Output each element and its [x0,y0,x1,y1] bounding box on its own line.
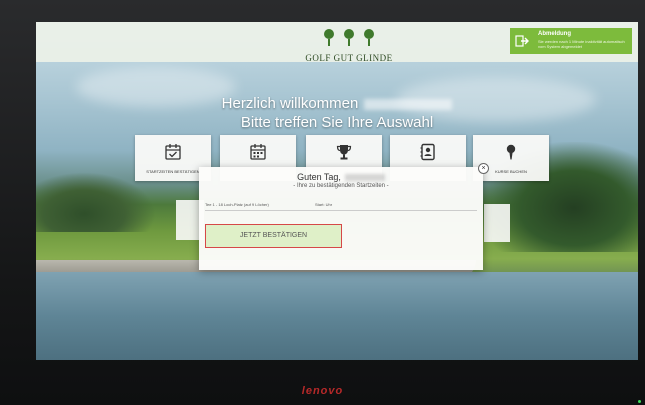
logo-text: GOLF GUT GLINDE [305,53,393,63]
tile-kurse-buchen[interactable]: KURSE BUCHEN [473,135,549,181]
power-led [638,400,641,403]
calendar-icon [250,144,266,160]
golf-ball-icon [344,29,354,46]
club-logo: GOLF GUT GLINDE [304,26,394,63]
dialog-subtitle: - Ihre zu bestätigenden Startzeiten - [293,183,389,189]
dialog-title: Guten Tag, [199,172,483,182]
lenovo-logo: lenovo [301,385,344,397]
welcome-greeting: Herzlich willkommen [36,95,638,112]
golf-ball-icon [324,29,334,46]
kiosk-screen: GOLF GUT GLINDE Abmeldung Sie werden nac… [36,22,638,360]
logout-subtitle: Sie werden nach 1 Minute inaktivität aut… [538,39,625,49]
confirm-starttimes-dialog: × Guten Tag, - Ihre zu bestätigenden Sta… [199,163,489,270]
welcome-line1: Herzlich willkommen [221,95,359,112]
logout-button[interactable]: Abmeldung Sie werden nach 1 Minute inakt… [510,28,632,54]
dialog-greeting: Guten Tag, [297,172,341,182]
golf-ball-icon [364,29,374,46]
trees-left [36,172,156,232]
confirm-now-button[interactable]: JETZT BESTÄTIGEN [205,224,342,248]
lake [36,272,638,360]
starttime-course: Tee 1 - 18 Loch-Platz (auf 9 Löcher) [205,202,269,207]
logout-title: Abmeldung [538,31,571,37]
welcome-line2: Bitte treffen Sie Ihre Auswahl [240,114,434,131]
golf-tee-icon [506,144,516,160]
blurred-user-name [344,174,385,182]
blurred-user-name [364,98,453,110]
trophy-icon [336,145,352,160]
app-header: GOLF GUT GLINDE Abmeldung Sie werden nac… [36,22,638,63]
starttime-time: Start: Uhr [315,202,333,207]
logout-icon [515,35,529,47]
calendar-check-icon [165,144,181,160]
contact-book-icon [420,143,435,161]
background-tile [484,204,510,242]
starttime-row: Tee 1 - 18 Loch-Platz (auf 9 Löcher) Sta… [205,200,477,211]
